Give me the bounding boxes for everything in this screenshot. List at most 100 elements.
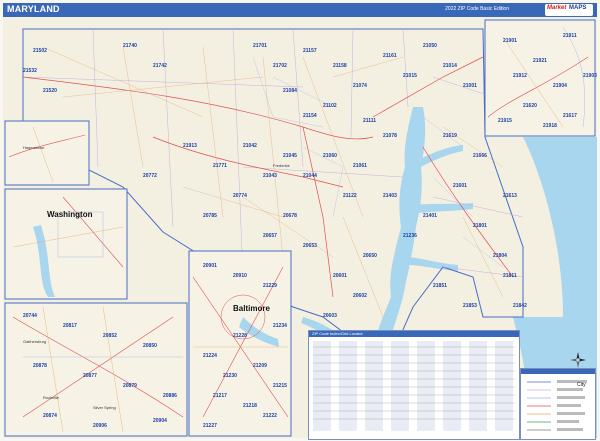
zip-code-label: 20901 [203,263,217,269]
zip-code-label: 20774 [233,193,247,199]
zip-code-label: 21045 [283,153,297,159]
zip-code-label: 20772 [143,173,157,179]
zip-code-label: 21222 [263,413,277,419]
zip-code-label: 20852 [103,333,117,339]
zip-code-label: 21015 [403,73,417,79]
zip-code-label: 21001 [463,83,477,89]
zip-code-label: 21111 [363,118,376,124]
zip-code-label: 20878 [33,363,47,369]
gaithersburg-label: Gaithersburg [23,339,46,344]
zip-code-label: 21811 [503,273,517,279]
zip-code-label: 21771 [213,163,227,169]
zip-code-label: 21224 [203,353,217,359]
zip-code-label: 21918 [543,123,557,129]
zip-code-label: 21921 [533,58,547,64]
zip-code-label: 21236 [403,233,417,239]
zip-code-label: 21050 [423,43,437,49]
zip-code-label: 21601 [453,183,467,189]
zip-code-label: 21229 [263,283,277,289]
zip-code-label: 21915 [498,118,512,124]
zip-code-label: 21102 [323,103,337,109]
zip-code-label: 20785 [203,213,217,219]
zip-code-label: 21613 [503,193,517,199]
zip-code-label: 21161 [383,53,397,59]
zip-code-label: 21701 [253,43,267,49]
zip-code-label: 21740 [123,43,137,49]
zip-code-label: 21401 [423,213,437,219]
zip-code-label: 20817 [63,323,77,329]
zip-code-label: 21801 [473,223,487,229]
zip-code-label: 21043 [263,173,277,179]
zip-code-label: 20744 [23,313,37,319]
zip-code-label: 20874 [43,413,57,419]
market-maps-logo: Market MAPS [545,4,593,16]
zip-code-label: 21234 [273,323,287,329]
zip-code-label: 21502 [33,48,47,54]
zip-code-label: 20653 [303,243,317,249]
zip-code-label: 20603 [323,313,337,319]
zip-code-label: 20657 [263,233,277,239]
logo-word-maps: MAPS [569,5,587,11]
zip-code-label: 21403 [383,193,397,199]
hagerstown-label: Hagerstown [23,145,44,150]
zip-code-label: 21154 [303,113,317,119]
zip-code-label: 20877 [83,373,97,379]
inset-hagerstown[interactable] [4,120,90,186]
zip-code-label: 20906 [93,423,107,429]
zip-code-label: 21842 [513,303,527,309]
zip-code-label: 21901 [503,38,517,44]
zip-code-label: 21217 [213,393,227,399]
inset-washington[interactable] [4,188,128,300]
inset-montgomery[interactable] [4,302,188,437]
zip-index-grid[interactable]: ZIP Code Index/Grid Locator [308,330,520,440]
zip-code-label: 21074 [353,83,367,89]
zip-code-label: 21060 [323,153,337,159]
zip-code-label: 20879 [123,383,137,389]
zip-code-label: 21911 [563,33,577,39]
map-legend: City [520,368,596,440]
zip-code-label: 21666 [473,153,487,159]
zip-code-label: 21912 [513,73,527,79]
zip-code-label: 21209 [253,363,267,369]
legend-city-label: City [577,382,586,388]
silver-spring-label: Silver Spring [93,405,116,410]
frederick-label: Frederick [273,163,290,168]
zip-code-label: 21742 [153,63,167,69]
zip-code-label: 21619 [443,133,457,139]
zip-code-label: 21042 [243,143,257,149]
zip-code-label: 21122 [343,193,357,199]
zip-code-label: 21903 [583,73,597,79]
zip-code-label: 21853 [463,303,477,309]
zip-code-label: 21014 [443,63,457,69]
zip-code-label: 20850 [143,343,157,349]
zip-code-label: 21804 [493,253,507,259]
map-frame: MARYLAND 2022 ZIP Code Basic Edition Mar… [0,0,600,441]
zip-code-label: 21084 [283,88,297,94]
zip-code-label: 21617 [563,113,577,119]
legend-swatches: City [527,380,587,431]
zip-code-label: 21913 [183,143,197,149]
compass-rose-icon [570,352,586,368]
title-bar: MARYLAND 2022 ZIP Code Basic Edition Mar… [3,3,597,17]
zip-code-label: 20886 [163,393,177,399]
zip-code-label: 21702 [273,63,287,69]
baltimore-label: Baltimore [233,304,270,313]
washington-label: Washington [47,210,93,219]
zip-code-label: 21851 [433,283,447,289]
zip-code-label: 21532 [23,68,37,74]
zip-code-label: 20910 [233,273,247,279]
index-columns [313,341,515,431]
zip-code-label: 21904 [553,83,567,89]
edition-label: 2022 ZIP Code Basic Edition [445,6,509,12]
zip-code-label: 20678 [283,213,297,219]
zip-code-label: 21078 [383,133,397,139]
rockville-label: Rockville [43,395,60,400]
zip-code-label: 21227 [203,423,217,429]
zip-code-label: 21620 [523,103,537,109]
zip-code-label: 21158 [333,63,347,69]
zip-code-label: 21230 [223,373,237,379]
zip-code-label: 21044 [303,173,317,179]
zip-code-label: 21520 [43,88,57,94]
zip-code-label: 21228 [233,333,247,339]
zip-code-label: 20650 [363,253,377,259]
